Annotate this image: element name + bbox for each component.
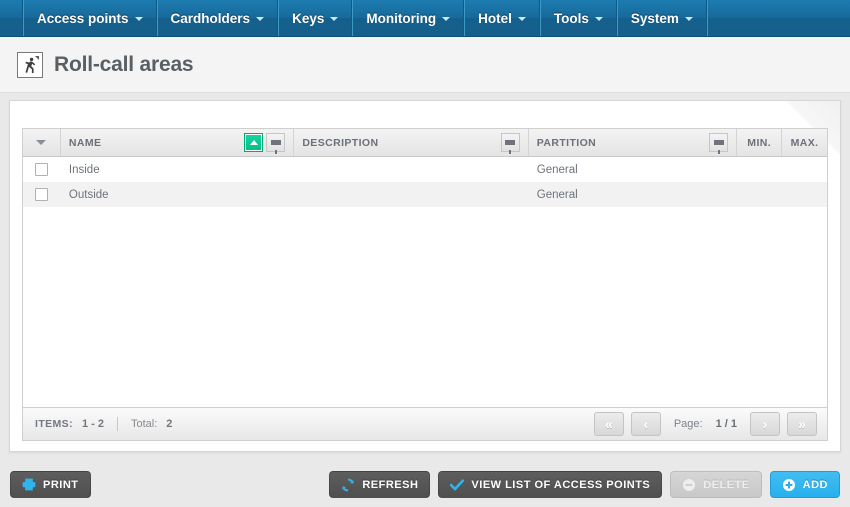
nav-item-hotel[interactable]: Hotel	[464, 0, 540, 36]
table-footer: ITEMS: 1 - 2 Total: 2 « ‹ Page: 1 / 1 › …	[22, 407, 828, 441]
main-navigation-bar: Access points Cardholders Keys Monitorin…	[0, 0, 850, 37]
minus-circle-icon	[682, 478, 696, 492]
cell-description	[294, 157, 528, 182]
chevron-down-icon	[330, 17, 339, 21]
table-body: Inside General Outside General	[23, 157, 827, 407]
table-row[interactable]: Outside General	[23, 182, 827, 207]
cell-description	[294, 182, 528, 207]
column-header-label: MIN.	[747, 136, 772, 149]
chevron-down-icon	[134, 17, 143, 21]
roll-call-areas-table: NAME DESCRIPTION PARTITION MIN. MAX. Ins…	[22, 128, 828, 407]
page-label: Page:	[673, 418, 703, 430]
column-header-label: PARTITION	[536, 136, 597, 149]
page-title: Roll-call areas	[54, 52, 194, 76]
refresh-icon	[341, 478, 355, 492]
running-person-exit-icon	[17, 51, 43, 78]
chevron-down-icon	[594, 17, 603, 21]
view-list-button-label: VIEW LIST OF ACCESS POINTS	[471, 478, 651, 491]
nav-item-label: Cardholders	[170, 10, 251, 26]
total-value: 2	[166, 418, 173, 430]
delete-button: DELETE	[670, 471, 762, 498]
print-button[interactable]: PRINT	[10, 471, 91, 498]
add-button-label: ADD	[802, 478, 828, 491]
chevron-down-icon	[36, 140, 47, 145]
print-button-label: PRINT	[43, 478, 79, 491]
column-header-label: DESCRIPTION	[302, 136, 379, 149]
table-header-row: NAME DESCRIPTION PARTITION MIN. MAX.	[23, 129, 827, 157]
cell-name: Outside	[68, 188, 109, 201]
cell-partition: General	[536, 163, 578, 176]
column-header-select-all[interactable]	[23, 129, 61, 156]
column-header-partition[interactable]: PARTITION	[529, 129, 738, 156]
nav-item-access-points[interactable]: Access points	[23, 0, 157, 36]
row-checkbox[interactable]	[35, 163, 49, 176]
page-value: 1 / 1	[715, 418, 737, 430]
page-header: Roll-call areas	[0, 37, 850, 93]
printer-icon	[22, 478, 36, 492]
column-header-max[interactable]: MAX.	[782, 129, 827, 156]
next-page-button[interactable]: ›	[750, 412, 780, 436]
filter-icon	[505, 140, 516, 154]
nav-item-label: Monitoring	[366, 10, 437, 26]
cell-max	[782, 182, 827, 207]
refresh-button[interactable]: REFRESH	[329, 471, 431, 498]
filter-icon	[270, 140, 281, 154]
column-header-label: MAX.	[790, 136, 819, 149]
row-checkbox[interactable]	[35, 188, 49, 201]
nav-left-spacer	[0, 0, 23, 36]
triangle-up-icon	[249, 140, 258, 145]
refresh-button-label: REFRESH	[362, 478, 419, 491]
nav-item-label: Hotel	[478, 10, 512, 26]
total-label: Total:	[131, 418, 158, 430]
first-page-button[interactable]: «	[593, 412, 624, 436]
delete-button-label: DELETE	[703, 478, 750, 491]
table-row[interactable]: Inside General	[23, 157, 827, 182]
add-button[interactable]: ADD	[769, 471, 840, 498]
check-icon	[450, 478, 465, 492]
bottom-toolbar: PRINT REFRESH VIEW LIST OF ACCESS POINTS…	[0, 462, 850, 507]
filter-button-description[interactable]	[500, 133, 520, 154]
pagination-controls: « ‹ Page: 1 / 1 › »	[593, 408, 827, 440]
nav-item-tools[interactable]: Tools	[539, 0, 617, 36]
nav-item-label: Tools	[553, 10, 589, 26]
plus-circle-icon	[782, 478, 796, 492]
divider	[117, 417, 118, 431]
cell-partition: General	[536, 188, 578, 201]
items-range: 1 - 2	[81, 418, 104, 430]
nav-item-monitoring[interactable]: Monitoring	[352, 0, 465, 36]
chevron-down-icon	[517, 17, 526, 21]
cell-max	[782, 157, 827, 182]
items-label: ITEMS:	[35, 418, 73, 430]
filter-button-name[interactable]	[266, 133, 286, 154]
column-header-name[interactable]: NAME	[61, 129, 295, 156]
previous-page-button[interactable]: ‹	[630, 412, 661, 436]
nav-item-label: Keys	[292, 10, 325, 26]
chevron-down-icon	[442, 17, 451, 21]
last-page-button[interactable]: »	[787, 412, 817, 436]
application-window: Access points Cardholders Keys Monitorin…	[0, 0, 850, 507]
cell-name: Inside	[68, 163, 100, 176]
nav-item-keys[interactable]: Keys	[278, 0, 353, 36]
content-panel: NAME DESCRIPTION PARTITION MIN. MAX. Ins…	[9, 100, 841, 452]
filter-icon	[713, 140, 724, 154]
nav-item-label: Access points	[37, 10, 129, 26]
nav-item-system[interactable]: System	[616, 0, 707, 36]
filter-button-partition[interactable]	[709, 133, 729, 154]
row-checkbox-cell	[23, 157, 61, 182]
items-summary: ITEMS: 1 - 2 Total: 2	[23, 417, 172, 431]
nav-right-spacer	[706, 0, 850, 36]
nav-item-cardholders[interactable]: Cardholders	[156, 0, 279, 36]
row-checkbox-cell	[23, 182, 61, 207]
nav-item-label: System	[630, 10, 679, 26]
cell-min	[737, 182, 782, 207]
toolbar-right-group: REFRESH VIEW LIST OF ACCESS POINTS DELET…	[329, 471, 840, 498]
cell-min	[737, 157, 782, 182]
column-header-label: NAME	[68, 136, 102, 149]
chevron-down-icon	[684, 17, 693, 21]
column-header-min[interactable]: MIN.	[737, 129, 783, 156]
column-header-description[interactable]: DESCRIPTION	[294, 129, 529, 156]
sort-ascending-button[interactable]	[244, 133, 264, 152]
chevron-down-icon	[256, 17, 265, 21]
view-list-of-access-points-button[interactable]: VIEW LIST OF ACCESS POINTS	[438, 471, 663, 498]
